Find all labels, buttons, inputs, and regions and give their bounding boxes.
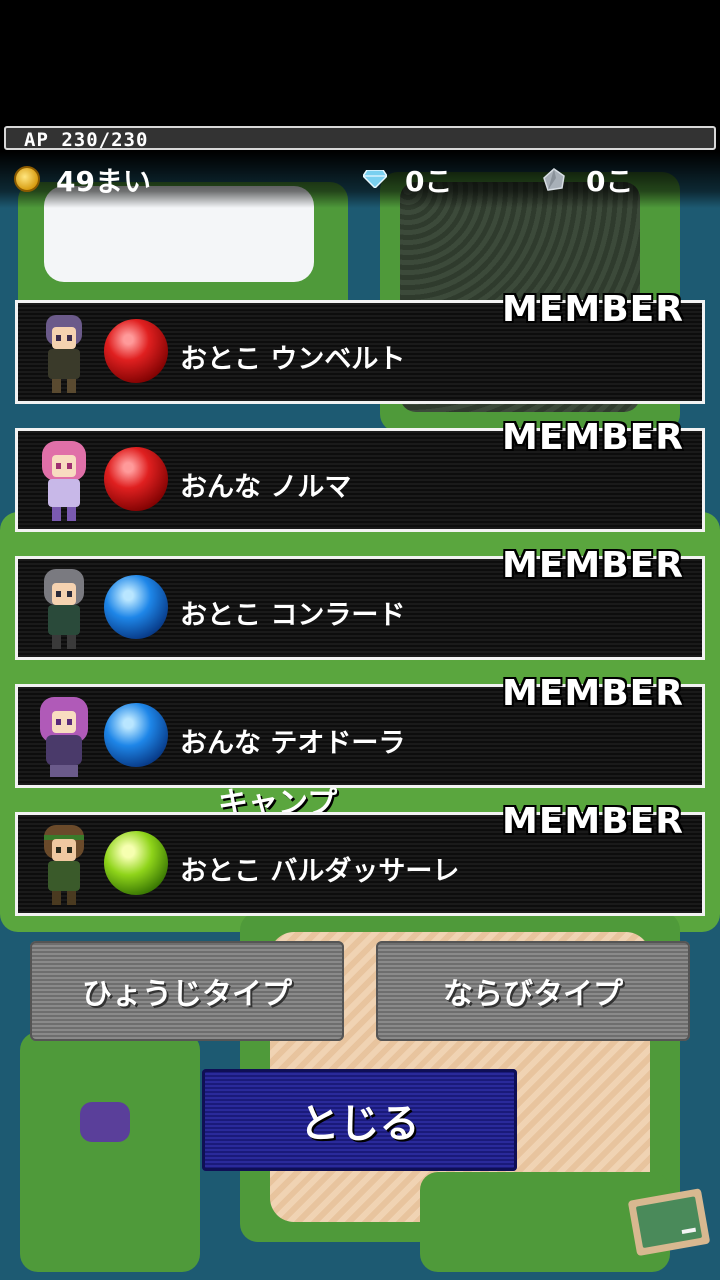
member-card-2[interactable]: MEMBER おんな ノルマ: [15, 417, 705, 532]
member-name: おとこ バルダッサーレ: [180, 856, 460, 887]
member-name: おんな ノルマ: [180, 472, 352, 503]
character-sprite-icon: [42, 441, 86, 521]
character-sprite-icon: [46, 315, 82, 393]
orb-blue-icon: [104, 703, 168, 767]
member-name: おとこ ウンベルト: [180, 344, 406, 375]
member-card-1[interactable]: MEMBER おとこ ウンベルト: [15, 289, 705, 404]
diamond-icon: [363, 170, 387, 188]
member-tag: MEMBER: [502, 289, 684, 330]
stone-count: 0こ: [586, 165, 634, 198]
purple-lake: [80, 1102, 130, 1142]
orb-blue-icon: [104, 575, 168, 639]
character-sprite-icon: [40, 697, 88, 777]
display-type-button[interactable]: ひょうじタイプ: [30, 941, 344, 1041]
chalkboard-icon[interactable]: [628, 1186, 712, 1256]
orb-red-icon: [104, 447, 168, 511]
coin-icon: [14, 166, 40, 192]
stone-icon: [543, 168, 565, 191]
close-button[interactable]: とじる: [202, 1069, 517, 1171]
top-black-bar: [0, 0, 720, 125]
character-sprite-icon: [44, 569, 84, 649]
member-tag: MEMBER: [502, 673, 684, 714]
ap-bar: AP 230/230: [4, 126, 716, 151]
member-tag: MEMBER: [502, 545, 684, 586]
sort-type-button[interactable]: ならびタイプ: [376, 941, 690, 1041]
land-southwest: [20, 1032, 200, 1272]
member-card-5[interactable]: MEMBER おとこ バルダッサーレ: [15, 801, 705, 916]
gem-count: 0こ: [405, 165, 453, 198]
character-sprite-icon: [44, 825, 84, 905]
orb-green-icon: [104, 831, 168, 895]
member-name: おとこ コンラード: [180, 600, 406, 631]
member-tag: MEMBER: [502, 801, 684, 842]
member-card-4[interactable]: MEMBER おんな テオドーラ: [15, 673, 705, 788]
coin-count: 49まい: [56, 165, 151, 198]
member-card-3[interactable]: MEMBER おとこ コンラード: [15, 545, 705, 660]
member-name: おんな テオドーラ: [180, 728, 406, 759]
member-tag: MEMBER: [502, 417, 684, 458]
ap-value: AP 230/230: [24, 129, 149, 151]
orb-red-icon: [104, 319, 168, 383]
